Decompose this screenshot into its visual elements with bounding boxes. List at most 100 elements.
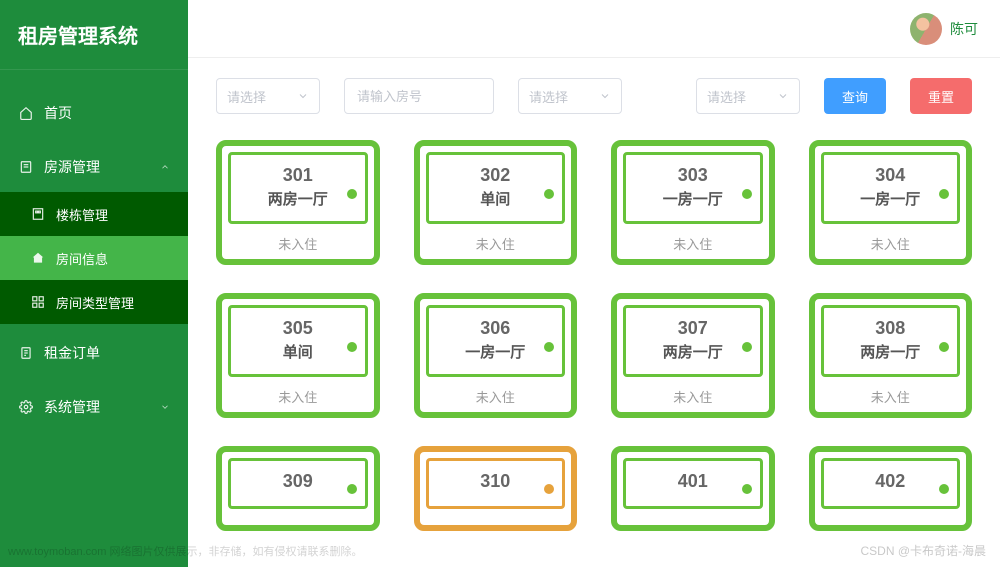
- house-icon: [30, 250, 46, 266]
- room-number: 309: [237, 471, 359, 492]
- room-number: 302: [435, 165, 557, 186]
- chevron-down-icon: [777, 90, 789, 102]
- select-placeholder: 请选择: [227, 87, 266, 106]
- sidebar-item-label: 房间类型管理: [56, 293, 134, 312]
- room-type: 一房一厅: [830, 188, 952, 209]
- sidebar-item-system[interactable]: 系统管理: [0, 382, 188, 432]
- door-knob-icon: [742, 189, 752, 199]
- sidebar-item-label: 首页: [44, 103, 72, 123]
- order-icon: [18, 345, 34, 361]
- room-door: 303一房一厅: [623, 152, 763, 224]
- sidebar-item-label: 系统管理: [44, 397, 100, 417]
- door-knob-icon: [544, 484, 554, 494]
- sidebar-item-home[interactable]: 首页: [0, 88, 188, 138]
- room-number: 310: [435, 471, 557, 492]
- filter-select-1[interactable]: 请选择: [216, 78, 320, 114]
- room-card[interactable]: 402: [809, 446, 973, 531]
- filter-select-3[interactable]: 请选择: [696, 78, 800, 114]
- room-type: 一房一厅: [435, 341, 557, 362]
- grid-icon: [30, 294, 46, 310]
- sidebar-item-label: 房间信息: [56, 249, 108, 268]
- room-number: 306: [435, 318, 557, 339]
- home-icon: [18, 105, 34, 121]
- sidebar-item-label: 租金订单: [44, 343, 100, 363]
- room-door: 308两房一厅: [821, 305, 961, 377]
- room-card[interactable]: 303一房一厅未入住: [611, 140, 775, 265]
- door-knob-icon: [742, 484, 752, 494]
- avatar[interactable]: [910, 13, 942, 45]
- room-card[interactable]: 302单间未入住: [414, 140, 578, 265]
- select-placeholder: 请选择: [707, 87, 746, 106]
- room-card[interactable]: 305单间未入住: [216, 293, 380, 418]
- room-card[interactable]: 401: [611, 446, 775, 531]
- room-door: 401: [623, 458, 763, 509]
- room-status: 未入住: [623, 387, 763, 406]
- chevron-down-icon: [599, 90, 611, 102]
- room-door: 309: [228, 458, 368, 509]
- room-card[interactable]: 301两房一厅未入住: [216, 140, 380, 265]
- door-knob-icon: [742, 342, 752, 352]
- building-icon: [30, 206, 46, 222]
- door-knob-icon: [939, 484, 949, 494]
- room-status: 未入住: [228, 387, 368, 406]
- chevron-up-icon: [160, 162, 170, 172]
- main-area: 陈可 请选择 请选择 请选择 查询 重置: [188, 0, 1000, 567]
- room-door: 402: [821, 458, 961, 509]
- room-card[interactable]: 307两房一厅未入住: [611, 293, 775, 418]
- filter-bar: 请选择 请选择 请选择 查询 重置: [216, 78, 972, 114]
- document-icon: [18, 159, 34, 175]
- room-number: 307: [632, 318, 754, 339]
- sidebar-sub-room-type[interactable]: 房间类型管理: [0, 280, 188, 324]
- sidebar: 租房管理系统 首页 房源管理 楼栋管理 房间信息: [0, 0, 188, 567]
- room-number: 305: [237, 318, 359, 339]
- room-type: 两房一厅: [830, 341, 952, 362]
- reset-button[interactable]: 重置: [910, 78, 972, 114]
- room-number: 301: [237, 165, 359, 186]
- room-number: 303: [632, 165, 754, 186]
- select-placeholder: 请选择: [529, 87, 568, 106]
- room-status: 未入住: [426, 234, 566, 253]
- room-status: 未入住: [623, 234, 763, 253]
- sidebar-item-label: 房源管理: [44, 157, 100, 177]
- room-type: 单间: [435, 188, 557, 209]
- app-title: 租房管理系统: [0, 0, 188, 70]
- room-door: 301两房一厅: [228, 152, 368, 224]
- room-number: 308: [830, 318, 952, 339]
- sidebar-item-housing[interactable]: 房源管理: [0, 142, 188, 192]
- sidebar-sub-building[interactable]: 楼栋管理: [0, 192, 188, 236]
- room-number-input[interactable]: [344, 78, 494, 114]
- room-door: 305单间: [228, 305, 368, 377]
- room-status: 未入住: [426, 387, 566, 406]
- room-door: 302单间: [426, 152, 566, 224]
- room-door: 307两房一厅: [623, 305, 763, 377]
- room-type: 两房一厅: [237, 188, 359, 209]
- room-card[interactable]: 304一房一厅未入住: [809, 140, 973, 265]
- room-grid: 301两房一厅未入住302单间未入住303一房一厅未入住304一房一厅未入住30…: [216, 140, 972, 531]
- room-card[interactable]: 309: [216, 446, 380, 531]
- door-knob-icon: [347, 189, 357, 199]
- chevron-down-icon: [160, 402, 170, 412]
- room-number: 401: [632, 471, 754, 492]
- room-card[interactable]: 310: [414, 446, 578, 531]
- content: 请选择 请选择 请选择 查询 重置 301两房一厅未入住302单间未入住303一…: [188, 58, 1000, 567]
- topbar: 陈可: [188, 0, 1000, 58]
- room-number: 304: [830, 165, 952, 186]
- username[interactable]: 陈可: [950, 19, 978, 39]
- room-status: 未入住: [821, 234, 961, 253]
- sidebar-item-rent-order[interactable]: 租金订单: [0, 328, 188, 378]
- chevron-down-icon: [297, 90, 309, 102]
- room-number: 402: [830, 471, 952, 492]
- sidebar-item-label: 楼栋管理: [56, 205, 108, 224]
- sidebar-sub-room-info[interactable]: 房间信息: [0, 236, 188, 280]
- room-card[interactable]: 306一房一厅未入住: [414, 293, 578, 418]
- room-door: 306一房一厅: [426, 305, 566, 377]
- main-menu: 首页 房源管理 楼栋管理 房间信息 房间类型管理: [0, 70, 188, 432]
- query-button[interactable]: 查询: [824, 78, 886, 114]
- gear-icon: [18, 399, 34, 415]
- room-type: 两房一厅: [632, 341, 754, 362]
- filter-select-2[interactable]: 请选择: [518, 78, 622, 114]
- room-door: 304一房一厅: [821, 152, 961, 224]
- room-card[interactable]: 308两房一厅未入住: [809, 293, 973, 418]
- room-door: 310: [426, 458, 566, 509]
- room-type: 单间: [237, 341, 359, 362]
